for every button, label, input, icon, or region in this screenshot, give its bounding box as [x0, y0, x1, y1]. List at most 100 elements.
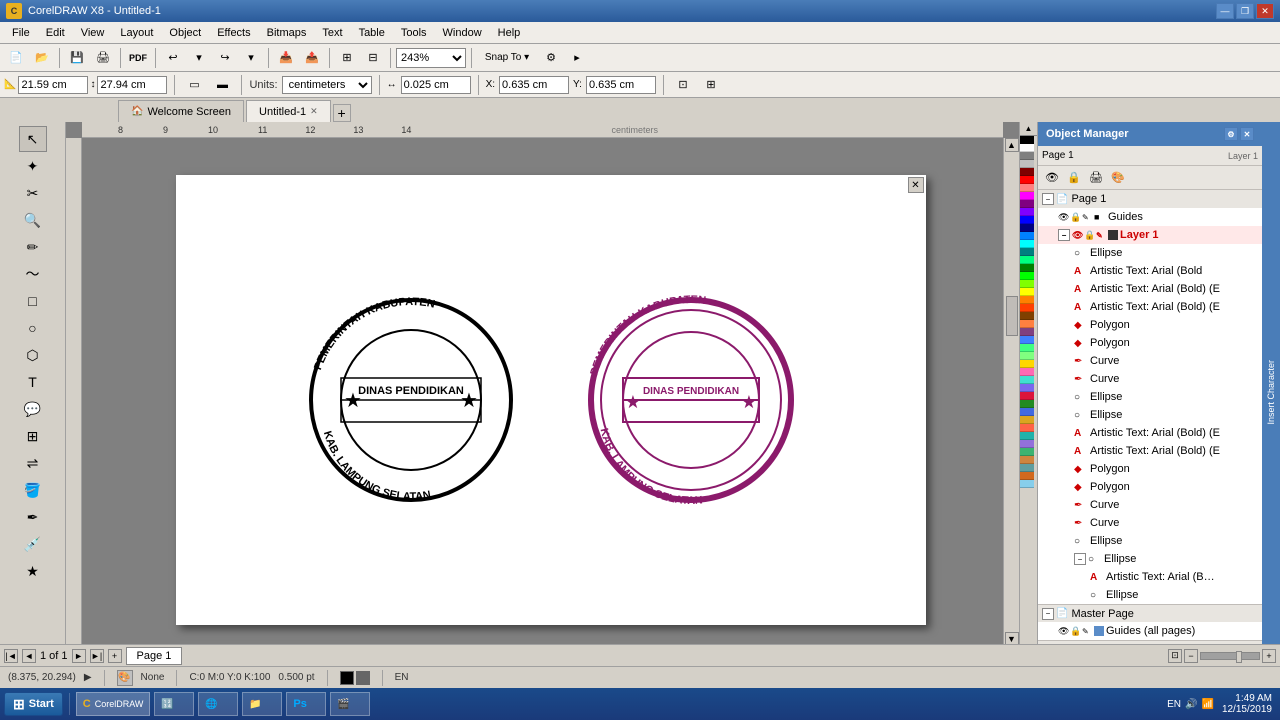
volume-icon[interactable]: 🔊: [1185, 699, 1197, 710]
menu-edit[interactable]: Edit: [38, 25, 73, 41]
open-button[interactable]: 📂: [30, 47, 54, 69]
crop-tool[interactable]: ✂: [19, 180, 47, 206]
restore-button[interactable]: ❐: [1236, 3, 1254, 19]
taskbar-calc[interactable]: 🔢: [154, 692, 194, 716]
tree-group-ellipse[interactable]: − ○ Ellipse: [1038, 550, 1262, 568]
tree-polygon-3[interactable]: ◆ Polygon: [1038, 460, 1262, 478]
menu-bitmaps[interactable]: Bitmaps: [259, 25, 315, 41]
color-swatch-2[interactable]: [356, 671, 370, 685]
color-swatch[interactable]: [1020, 360, 1034, 368]
table-tool[interactable]: ⊞: [19, 423, 47, 449]
eyedropper-tool[interactable]: 💉: [19, 531, 47, 557]
menu-table[interactable]: Table: [351, 25, 393, 41]
view-snap[interactable]: ⊡: [1168, 649, 1182, 663]
color-swatch[interactable]: [1020, 368, 1034, 376]
menu-help[interactable]: Help: [490, 25, 529, 41]
panel-scroll-right[interactable]: ►: [1174, 643, 1194, 645]
master-toggle[interactable]: −: [1042, 608, 1054, 620]
ellipse-tool[interactable]: ○: [19, 315, 47, 341]
color-swatch[interactable]: [1020, 400, 1034, 408]
panel-move-down[interactable]: ↓: [1108, 643, 1128, 645]
panel-close[interactable]: ✕: [1240, 127, 1254, 141]
tab-close-btn[interactable]: ✕: [310, 106, 318, 117]
color-swatch[interactable]: [1020, 328, 1034, 336]
color-swatch[interactable]: [1020, 312, 1034, 320]
print-button[interactable]: 🖨: [91, 47, 115, 69]
color-swatch[interactable]: [1020, 352, 1034, 360]
coords-arrow[interactable]: ▶: [84, 672, 92, 683]
panel-scroll-left[interactable]: ◄: [1152, 643, 1172, 645]
taskbar-coreldraw[interactable]: C CorelDRAW: [76, 692, 151, 716]
color-swatch[interactable]: [1020, 416, 1034, 424]
export-button[interactable]: 📤: [300, 47, 324, 69]
options-button[interactable]: ⚙: [539, 47, 563, 69]
tree-curve-3[interactable]: ✒ Curve: [1038, 496, 1262, 514]
fit-width-button[interactable]: ⊟: [361, 47, 385, 69]
network-icon[interactable]: 📶: [1201, 699, 1213, 710]
menu-window[interactable]: Window: [435, 25, 490, 41]
units-select[interactable]: centimeters inches pixels: [282, 76, 372, 94]
pdf-button[interactable]: PDF: [126, 47, 150, 69]
tree-ellipse-5[interactable]: ○ Ellipse: [1038, 586, 1262, 604]
color-swatch[interactable]: [1020, 304, 1034, 312]
tab-welcome[interactable]: 🏠 Welcome Screen: [118, 100, 244, 122]
color-swatch[interactable]: [1020, 232, 1034, 240]
width-input[interactable]: [18, 76, 88, 94]
color-swatch[interactable]: [1020, 464, 1034, 472]
view-zoom-out[interactable]: −: [1184, 649, 1198, 663]
align-btn[interactable]: ⊞: [699, 74, 723, 96]
tree-text-4[interactable]: A Artistic Text: Arial (Bold) (E: [1038, 424, 1262, 442]
insert-char-panel[interactable]: Insert Character: [1262, 122, 1280, 644]
vertical-scrollbar[interactable]: ▲ ▼: [1003, 138, 1019, 644]
close-button[interactable]: ✕: [1256, 3, 1274, 19]
color-swatch[interactable]: [1020, 432, 1034, 440]
tab-add-btn[interactable]: +: [333, 104, 351, 122]
color-swatch[interactable]: [1020, 408, 1034, 416]
y-input[interactable]: [586, 76, 656, 94]
tree-master-page[interactable]: − 📄 Master Page: [1038, 604, 1262, 622]
tree-layer1[interactable]: − 👁 🔒 ✎ Layer 1: [1038, 226, 1262, 244]
color-swatch[interactable]: [1020, 224, 1034, 232]
height-input[interactable]: [97, 76, 167, 94]
tree-ellipse-1[interactable]: ○ Ellipse: [1038, 244, 1262, 262]
blend-tool[interactable]: ⇌: [19, 450, 47, 476]
color-swatch[interactable]: [1020, 192, 1034, 200]
tree-polygon-2[interactable]: ◆ Polygon: [1038, 334, 1262, 352]
color-swatch[interactable]: [1020, 240, 1034, 248]
panel-lock[interactable]: 🔒: [1064, 169, 1084, 187]
layer1-toggle[interactable]: −: [1058, 229, 1070, 241]
color-swatch[interactable]: [1020, 264, 1034, 272]
color-swatch[interactable]: [1020, 296, 1034, 304]
snap-to-button[interactable]: Snap To ▾: [477, 47, 537, 69]
zoom-thumb[interactable]: [1236, 651, 1242, 663]
color-swatch[interactable]: [1020, 256, 1034, 264]
tree-text-1[interactable]: A Artistic Text: Arial (Bold: [1038, 262, 1262, 280]
panel-show-all[interactable]: 👁: [1042, 169, 1062, 187]
redo-button[interactable]: ↪: [213, 47, 237, 69]
nudge-input[interactable]: [401, 76, 471, 94]
callout-tool[interactable]: 💬: [19, 396, 47, 422]
color-swatch[interactable]: [1020, 280, 1034, 288]
portrait-btn[interactable]: ▭: [182, 74, 206, 96]
color-swatch[interactable]: [1020, 152, 1034, 160]
drawing-canvas[interactable]: 8 9 10 11 12 13 14 centimeters: [66, 122, 1019, 644]
landscape-btn[interactable]: ▬: [210, 74, 234, 96]
panel-print[interactable]: 🖨: [1086, 169, 1106, 187]
page[interactable]: ✕: [176, 175, 926, 625]
scroll-down[interactable]: ▼: [1005, 632, 1019, 644]
color-swatch[interactable]: [1020, 392, 1034, 400]
tree-guides[interactable]: 👁 🔒 ✎ ■ Guides: [1038, 208, 1262, 226]
panel-color[interactable]: 🎨: [1108, 169, 1128, 187]
color-swatch[interactable]: [1020, 336, 1034, 344]
view-more[interactable]: ▸: [565, 47, 589, 69]
color-swatch[interactable]: [1020, 216, 1034, 224]
tree-text-6[interactable]: A Artistic Text: Arial (Bold: [1038, 568, 1262, 586]
zoom-tool[interactable]: 🔍: [19, 207, 47, 233]
color-swatch[interactable]: [1020, 424, 1034, 432]
menu-text[interactable]: Text: [314, 25, 350, 41]
color-swatch[interactable]: [1020, 480, 1034, 488]
color-swatch[interactable]: [1020, 144, 1034, 152]
color-swatch[interactable]: [1020, 288, 1034, 296]
menu-layout[interactable]: Layout: [112, 25, 161, 41]
tree-page1[interactable]: − 📄 Page 1: [1038, 190, 1262, 208]
